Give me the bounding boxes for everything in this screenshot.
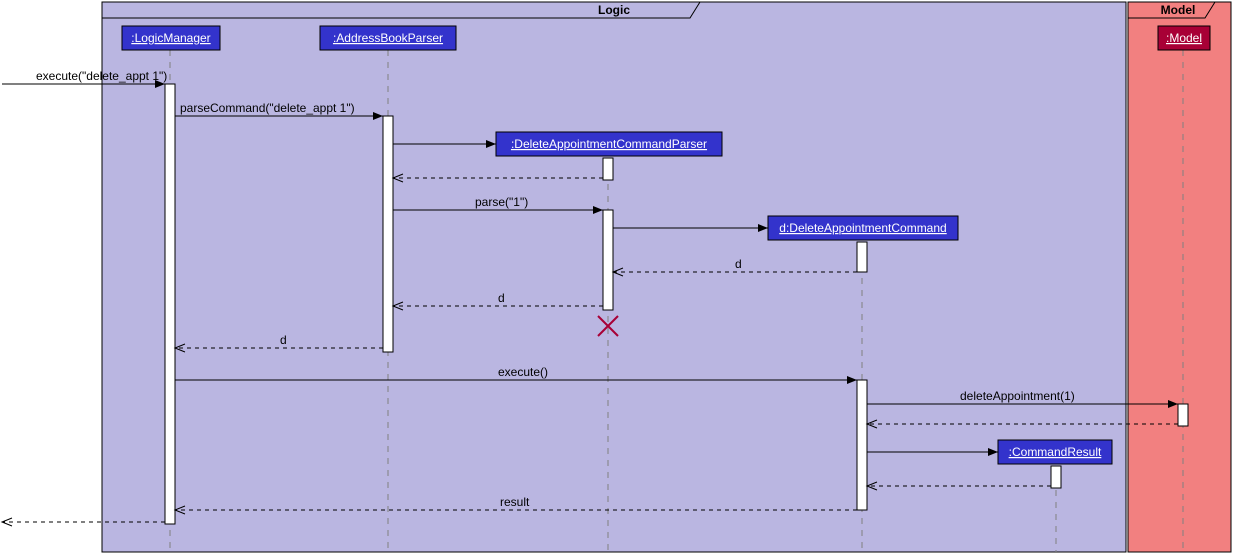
frame-logic (102, 2, 1126, 552)
lbl-parse-command: parseCommand("delete_appt 1") (180, 101, 355, 115)
act-dacp-1 (603, 158, 613, 180)
lbl-execute: execute() (498, 365, 548, 379)
svg-text::Model: :Model (1166, 31, 1202, 45)
sequence-diagram: Logic Model :LogicManager :AddressBookPa… (0, 0, 1233, 555)
frame-model (1128, 2, 1231, 552)
svg-text::CommandResult: :CommandResult (1009, 445, 1102, 459)
lbl-result: result (500, 495, 530, 509)
act-dac-exec (857, 380, 867, 510)
lbl-parse: parse("1") (475, 195, 528, 209)
frame-model-title: Model (1161, 3, 1196, 17)
svg-text:d:DeleteAppointmentCommand: d:DeleteAppointmentCommand (779, 221, 946, 235)
act-dacp-2 (603, 210, 613, 310)
head-abp: :AddressBookParser (320, 26, 456, 50)
lbl-d3: d (280, 333, 287, 347)
lbl-d2: d (498, 291, 505, 305)
head-dacp: :DeleteAppointmentCommandParser (496, 132, 722, 156)
act-cr (1051, 466, 1061, 488)
act-abp (383, 116, 393, 352)
act-dac-new (857, 242, 867, 272)
act-model (1178, 404, 1188, 426)
frame-logic-title: Logic (598, 3, 630, 17)
lbl-delete-appt: deleteAppointment(1) (960, 389, 1075, 403)
head-model: :Model (1158, 26, 1210, 50)
head-dac: d:DeleteAppointmentCommand (768, 216, 958, 240)
svg-text::DeleteAppointmentCommandParse: :DeleteAppointmentCommandParser (511, 137, 707, 151)
lbl-exec-in: execute("delete_appt 1") (36, 69, 167, 83)
head-cr: :CommandResult (998, 440, 1112, 464)
svg-text::AddressBookParser: :AddressBookParser (333, 31, 443, 45)
act-logic-manager (165, 84, 175, 524)
svg-text::LogicManager: :LogicManager (131, 31, 210, 45)
lbl-d1: d (735, 257, 742, 271)
head-logic-manager: :LogicManager (122, 26, 220, 50)
